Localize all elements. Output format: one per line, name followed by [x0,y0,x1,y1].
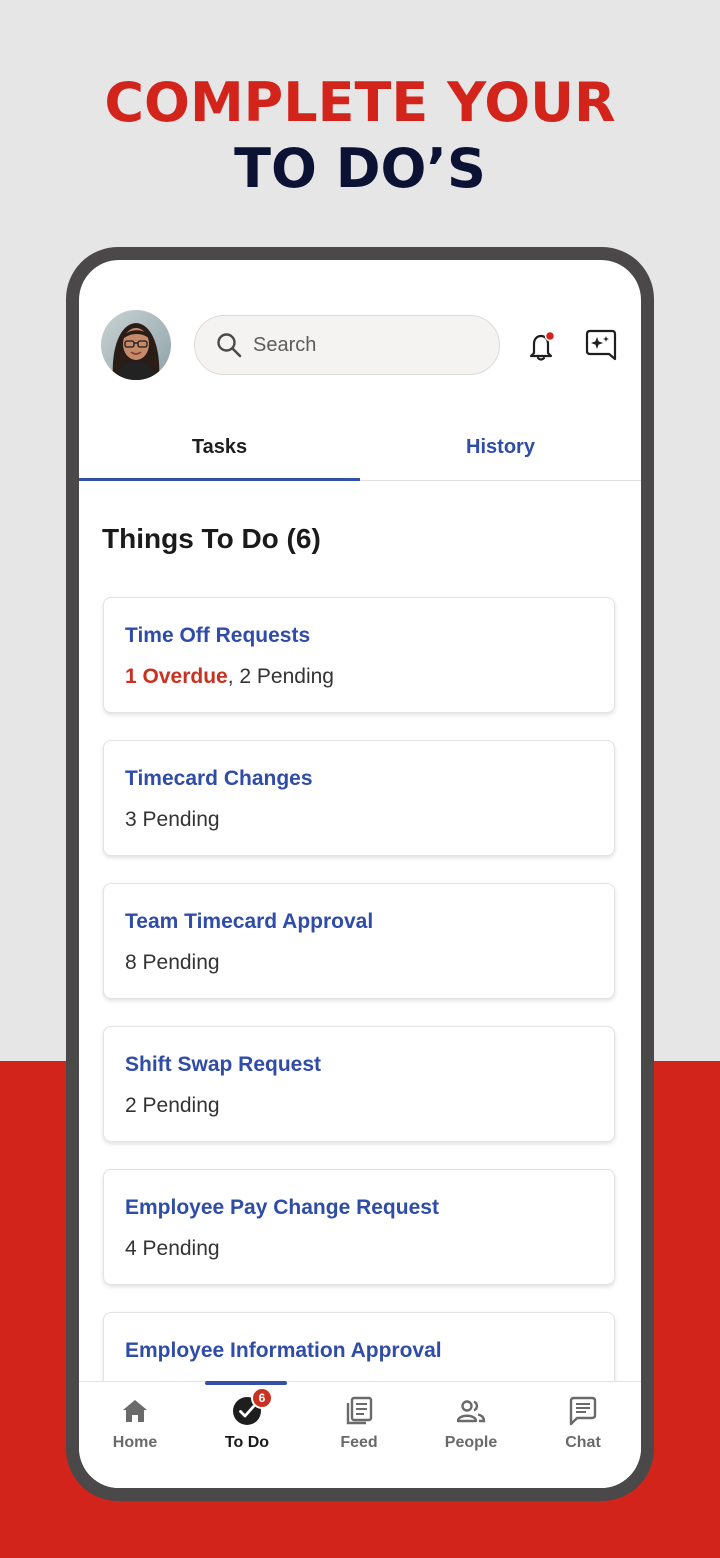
nav-label: People [444,1434,498,1451]
bell-icon[interactable] [527,330,557,362]
home-icon [123,1400,147,1422]
card-status: 1 Overdue, 2 Pending [125,665,334,689]
feed-icon [346,1396,373,1425]
pending-count: 4 Pending [125,1237,220,1260]
pending-count: 3 Pending [125,808,220,831]
people-icon [456,1400,486,1423]
search-placeholder: Search [253,334,317,356]
headline-line-1: COMPLETE YOUR [104,71,616,134]
card-title: Employee Information Approval [125,1339,442,1362]
nav-label: Home [112,1434,158,1451]
task-card-pay-change[interactable]: Employee Pay Change Request 4 Pending [103,1169,615,1285]
task-card-time-off[interactable]: Time Off Requests 1 Overdue, 2 Pending [103,597,615,713]
nav-home[interactable]: Home [79,1382,191,1482]
nav-feed[interactable]: Feed [303,1382,415,1482]
chat-icon [569,1396,597,1426]
task-card-team-timecard[interactable]: Team Timecard Approval 8 Pending [103,883,615,999]
promo-headline: COMPLETE YOUR TO DO’S [0,70,720,202]
headline-line-2: TO DO’S [234,137,486,200]
overdue-count: 1 Overdue [125,665,228,688]
nav-chat[interactable]: Chat [527,1382,639,1482]
card-title: Shift Swap Request [125,1053,322,1076]
section-title: Things To Do (6) [102,523,321,554]
nav-label: Feed [340,1434,378,1451]
nav-label: To Do [224,1434,270,1451]
tab-tasks[interactable]: Tasks [79,436,360,459]
task-card-timecard-changes[interactable]: Timecard Changes 3 Pending [103,740,615,856]
ai-sparkle-icon[interactable] [583,328,619,364]
bottom-nav: Home To Do 6 Feed People Chat [79,1381,641,1488]
card-title: Timecard Changes [125,767,313,790]
todo-badge: 6 [251,1387,273,1409]
card-title: Time Off Requests [125,624,311,647]
pending-count: 8 Pending [125,951,220,974]
app-screen: Search Tasks History Things To Do (6) Ti… [79,260,641,1488]
active-tab-indicator [79,478,360,481]
search-icon [217,333,242,358]
task-card-shift-swap[interactable]: Shift Swap Request 2 Pending [103,1026,615,1142]
phone-frame: Search Tasks History Things To Do (6) Ti… [66,247,654,1501]
nav-todo[interactable]: To Do [191,1382,303,1482]
nav-people[interactable]: People [415,1382,527,1482]
tab-history[interactable]: History [360,436,641,459]
nav-label: Chat [565,1434,601,1451]
pending-count: 2 Pending [125,1094,220,1117]
pending-count: 2 Pending [233,665,334,688]
card-title: Team Timecard Approval [125,910,374,933]
avatar[interactable] [101,310,171,380]
card-title: Employee Pay Change Request [125,1196,439,1219]
search-input[interactable]: Search [194,315,500,375]
